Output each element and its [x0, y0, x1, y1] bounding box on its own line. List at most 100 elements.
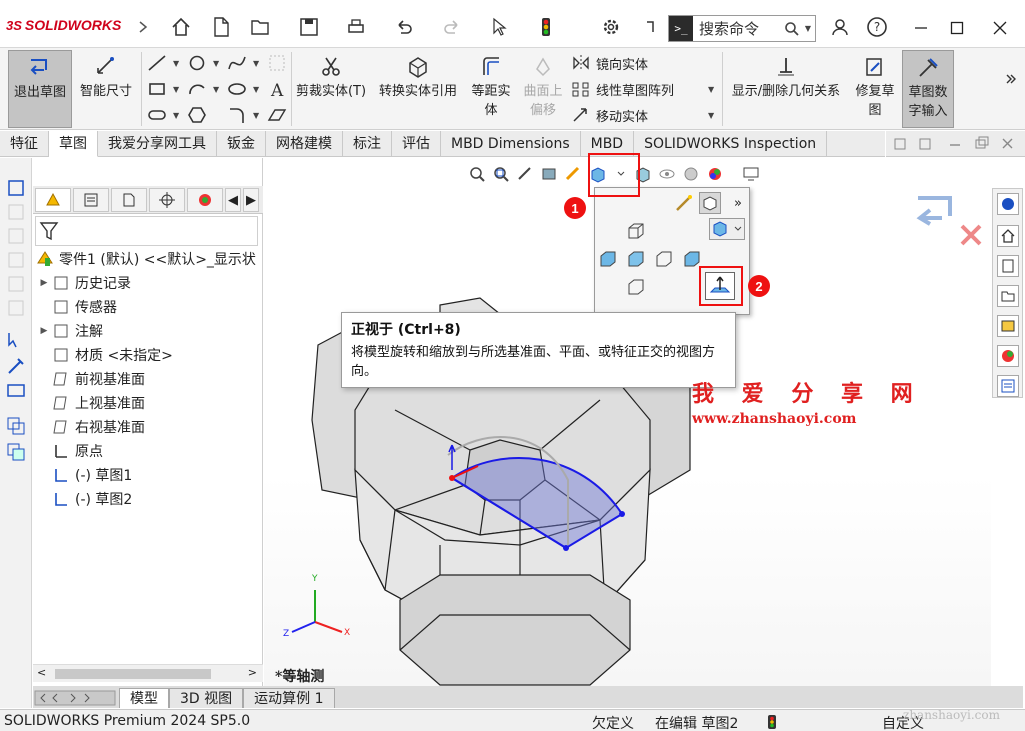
tab-2[interactable]: 我爱分享网工具 [98, 131, 217, 157]
fillet-tool[interactable]: ▼ [226, 104, 259, 126]
tree-item[interactable]: 原点 [37, 440, 103, 462]
normal-to-button[interactable] [705, 272, 735, 300]
tree-item[interactable]: (-) 草图1 [37, 464, 132, 486]
appearance-icon[interactable] [680, 163, 702, 185]
grid-tool[interactable] [266, 52, 292, 74]
view-selector-icon[interactable] [699, 192, 721, 214]
configuration-manager-tab[interactable] [111, 188, 147, 212]
tab-4[interactable]: 网格建模 [266, 131, 343, 157]
confirmation-corner[interactable] [910, 192, 990, 252]
more-chevron-icon[interactable]: » [727, 192, 749, 214]
tab-1[interactable]: 草图 [49, 131, 98, 157]
polygon-tool[interactable] [186, 104, 212, 126]
hide-show-icon[interactable] [656, 163, 678, 185]
more-chevron-icon[interactable] [1000, 68, 1022, 90]
expand-arrow-icon[interactable]: ▶ [37, 326, 51, 336]
slot-tool[interactable]: ▼ [146, 104, 179, 126]
select-icon[interactable] [6, 330, 26, 350]
close-button[interactable] [985, 14, 1015, 42]
custom-properties-icon[interactable] [997, 375, 1019, 397]
right-view-icon[interactable] [653, 248, 675, 270]
paste-icon[interactable] [6, 442, 26, 462]
view-settings-monitor-icon[interactable] [740, 163, 762, 185]
front-view-icon[interactable] [625, 220, 647, 242]
undo-icon[interactable] [393, 16, 415, 38]
filter-box[interactable] [35, 216, 258, 246]
ellipse-tool[interactable]: ▼ [226, 78, 259, 100]
tree-item[interactable]: 右视基准面 [37, 416, 145, 438]
bottom-tab-1[interactable]: 3D 视图 [169, 688, 244, 708]
tab-9[interactable]: SOLIDWORKS Inspection [634, 131, 828, 157]
spline-tool[interactable]: ▼ [226, 52, 259, 74]
appearances-icon[interactable] [997, 345, 1019, 367]
display-manager-tab[interactable] [187, 188, 223, 212]
linear-pattern-button[interactable]: 线性草图阵列 ▼ [570, 78, 714, 100]
search-input[interactable]: 搜索命令 [699, 18, 784, 39]
repair-sketch-button[interactable]: 修复草图 [850, 50, 900, 128]
zoom-area-icon[interactable] [490, 163, 512, 185]
feature-manager-tab[interactable] [35, 188, 71, 212]
search-icon[interactable] [784, 21, 800, 37]
tab-5[interactable]: 标注 [343, 131, 392, 157]
back-view-icon[interactable] [681, 248, 703, 270]
horizontal-scrollbar[interactable]: < > [33, 664, 263, 682]
exit-sketch-button[interactable]: 退出草图 [8, 50, 72, 128]
new-view-icon[interactable] [673, 192, 695, 214]
tree-item[interactable]: 前视基准面 [37, 368, 145, 390]
zoom-to-fit-icon[interactable] [466, 163, 488, 185]
display-style-icon[interactable] [632, 163, 654, 185]
bottom-tab-2[interactable]: 运动算例 1 [243, 688, 335, 708]
tab-8[interactable]: MBD [581, 131, 635, 157]
show-delete-relations-button[interactable]: 显示/删除几何关系 [726, 50, 846, 128]
window-controls-icon[interactable] [886, 131, 1025, 157]
tab-7[interactable]: MBD Dimensions [441, 131, 581, 157]
bottom-tab-0[interactable]: 模型 [119, 688, 169, 708]
user-icon[interactable] [829, 16, 851, 38]
smart-dimension-button[interactable]: 智能尺寸 [74, 50, 138, 128]
tab-6[interactable]: 评估 [392, 131, 441, 157]
tab-0[interactable]: 特征 [0, 131, 49, 157]
solidworks-resources-icon[interactable] [997, 193, 1019, 215]
redo-icon[interactable] [441, 16, 463, 38]
file-explorer-icon[interactable] [997, 285, 1019, 307]
tree-item[interactable]: 传感器 [37, 296, 117, 318]
help-icon[interactable]: ? [866, 16, 888, 38]
rectangle-tool[interactable]: ▼ [146, 78, 179, 100]
rebuild-traffic-light-icon[interactable] [768, 715, 776, 729]
tab-3[interactable]: 钣金 [217, 131, 266, 157]
tree-item[interactable]: (-) 草图2 [37, 488, 132, 510]
feature-tree-icon[interactable] [6, 178, 26, 198]
top-view-icon[interactable] [625, 248, 647, 270]
convert-entities-button[interactable]: 转换实体引用 [372, 50, 464, 128]
tree-item[interactable]: 上视基准面 [37, 392, 145, 414]
tab-scroll-left[interactable]: ◀ [225, 188, 241, 212]
chevron-down-icon[interactable]: ▼ [805, 24, 811, 33]
screen-icon[interactable] [6, 382, 26, 402]
dynamic-annotation-icon[interactable] [562, 163, 584, 185]
tree-item[interactable]: ▶ 注解 [37, 320, 103, 342]
dimxpert-tab[interactable] [149, 188, 185, 212]
left-view-icon[interactable] [597, 248, 619, 270]
home-icon[interactable] [997, 225, 1019, 247]
property-manager-tab[interactable] [73, 188, 109, 212]
print-icon[interactable] [345, 16, 367, 38]
expand-arrow-icon[interactable] [132, 16, 154, 38]
plane-tool[interactable] [266, 104, 292, 126]
offset-entities-button[interactable]: 等距实体 [466, 50, 516, 128]
rebuild-traffic-light-icon[interactable] [535, 16, 557, 38]
move-entities-button[interactable]: 移动实体 ▼ [570, 104, 714, 126]
tree-item[interactable]: 材质 <未指定> [37, 344, 173, 366]
line-tool[interactable]: ▼ [146, 52, 179, 74]
circle-tool[interactable]: ▼ [186, 52, 219, 74]
home-icon[interactable] [170, 16, 192, 38]
search-box[interactable]: >_ 搜索命令 ▼ [668, 15, 816, 42]
trim-entities-button[interactable]: 剪裁实体(T) [294, 50, 368, 128]
arc-tool[interactable]: ▼ [186, 78, 219, 100]
section-view-icon[interactable] [538, 163, 560, 185]
mirror-entities-button[interactable]: 镜向实体 [570, 52, 648, 74]
tab-navigation-arrows[interactable] [33, 688, 119, 708]
view-orientation-button[interactable] [586, 163, 630, 185]
filter-funnel-icon[interactable] [39, 220, 59, 242]
design-library-icon[interactable] [997, 255, 1019, 277]
new-file-icon[interactable] [210, 16, 232, 38]
